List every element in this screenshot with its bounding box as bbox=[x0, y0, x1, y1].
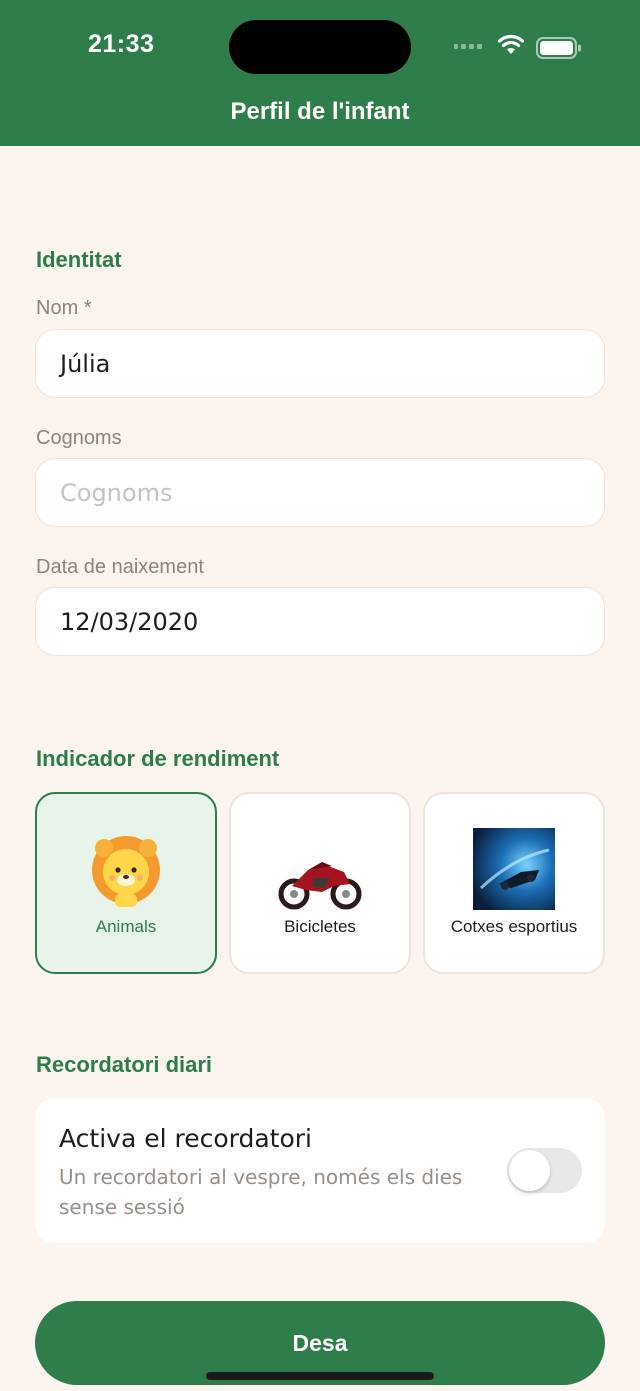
indicator-option-label: Animals bbox=[95, 917, 157, 936]
name-label: Nom * bbox=[36, 297, 92, 319]
toggle-knob bbox=[509, 1150, 550, 1191]
page-title: Perfil de l'infant bbox=[230, 98, 410, 125]
app-header: 21:33 Perfil de l'infant bbox=[0, 0, 640, 146]
motorbike-icon bbox=[278, 862, 362, 910]
cellular-signal-icon bbox=[454, 44, 482, 49]
indicator-option-label: Cotxes esportius bbox=[450, 917, 578, 936]
status-time: 21:33 bbox=[88, 30, 155, 58]
indicator-option-label: Bicicletes bbox=[284, 917, 356, 936]
battery-icon bbox=[536, 37, 581, 59]
sports-car-image bbox=[473, 828, 555, 910]
indicator-option-sports-cars[interactable]: Cotxes esportius bbox=[423, 792, 605, 974]
lion-icon bbox=[92, 836, 160, 907]
reminder-toggle[interactable] bbox=[507, 1148, 582, 1193]
home-indicator bbox=[206, 1372, 434, 1380]
reminder-card: Activa el recordatori Un recordatori al … bbox=[35, 1098, 605, 1243]
reminder-description: Un recordatori al vespre, només els dies… bbox=[59, 1165, 463, 1219]
birthdate-label: Data de naixement bbox=[36, 556, 204, 578]
indicator-option-bicycles[interactable]: Bicicletes bbox=[229, 792, 411, 974]
section-title-identity: Identitat bbox=[36, 247, 122, 272]
name-field[interactable]: Júlia bbox=[35, 329, 605, 398]
section-title-indicator: Indicador de rendiment bbox=[36, 746, 280, 771]
reminder-title: Activa el recordatori bbox=[59, 1124, 312, 1153]
indicator-option-animals[interactable]: Animals bbox=[35, 792, 217, 974]
wifi-icon bbox=[497, 34, 525, 54]
surname-field[interactable]: Cognoms bbox=[35, 458, 605, 527]
section-title-reminder: Recordatori diari bbox=[36, 1052, 213, 1077]
dynamic-island bbox=[229, 20, 411, 74]
surname-label: Cognoms bbox=[36, 427, 122, 449]
birthdate-field[interactable]: 12/03/2020 bbox=[35, 587, 605, 656]
